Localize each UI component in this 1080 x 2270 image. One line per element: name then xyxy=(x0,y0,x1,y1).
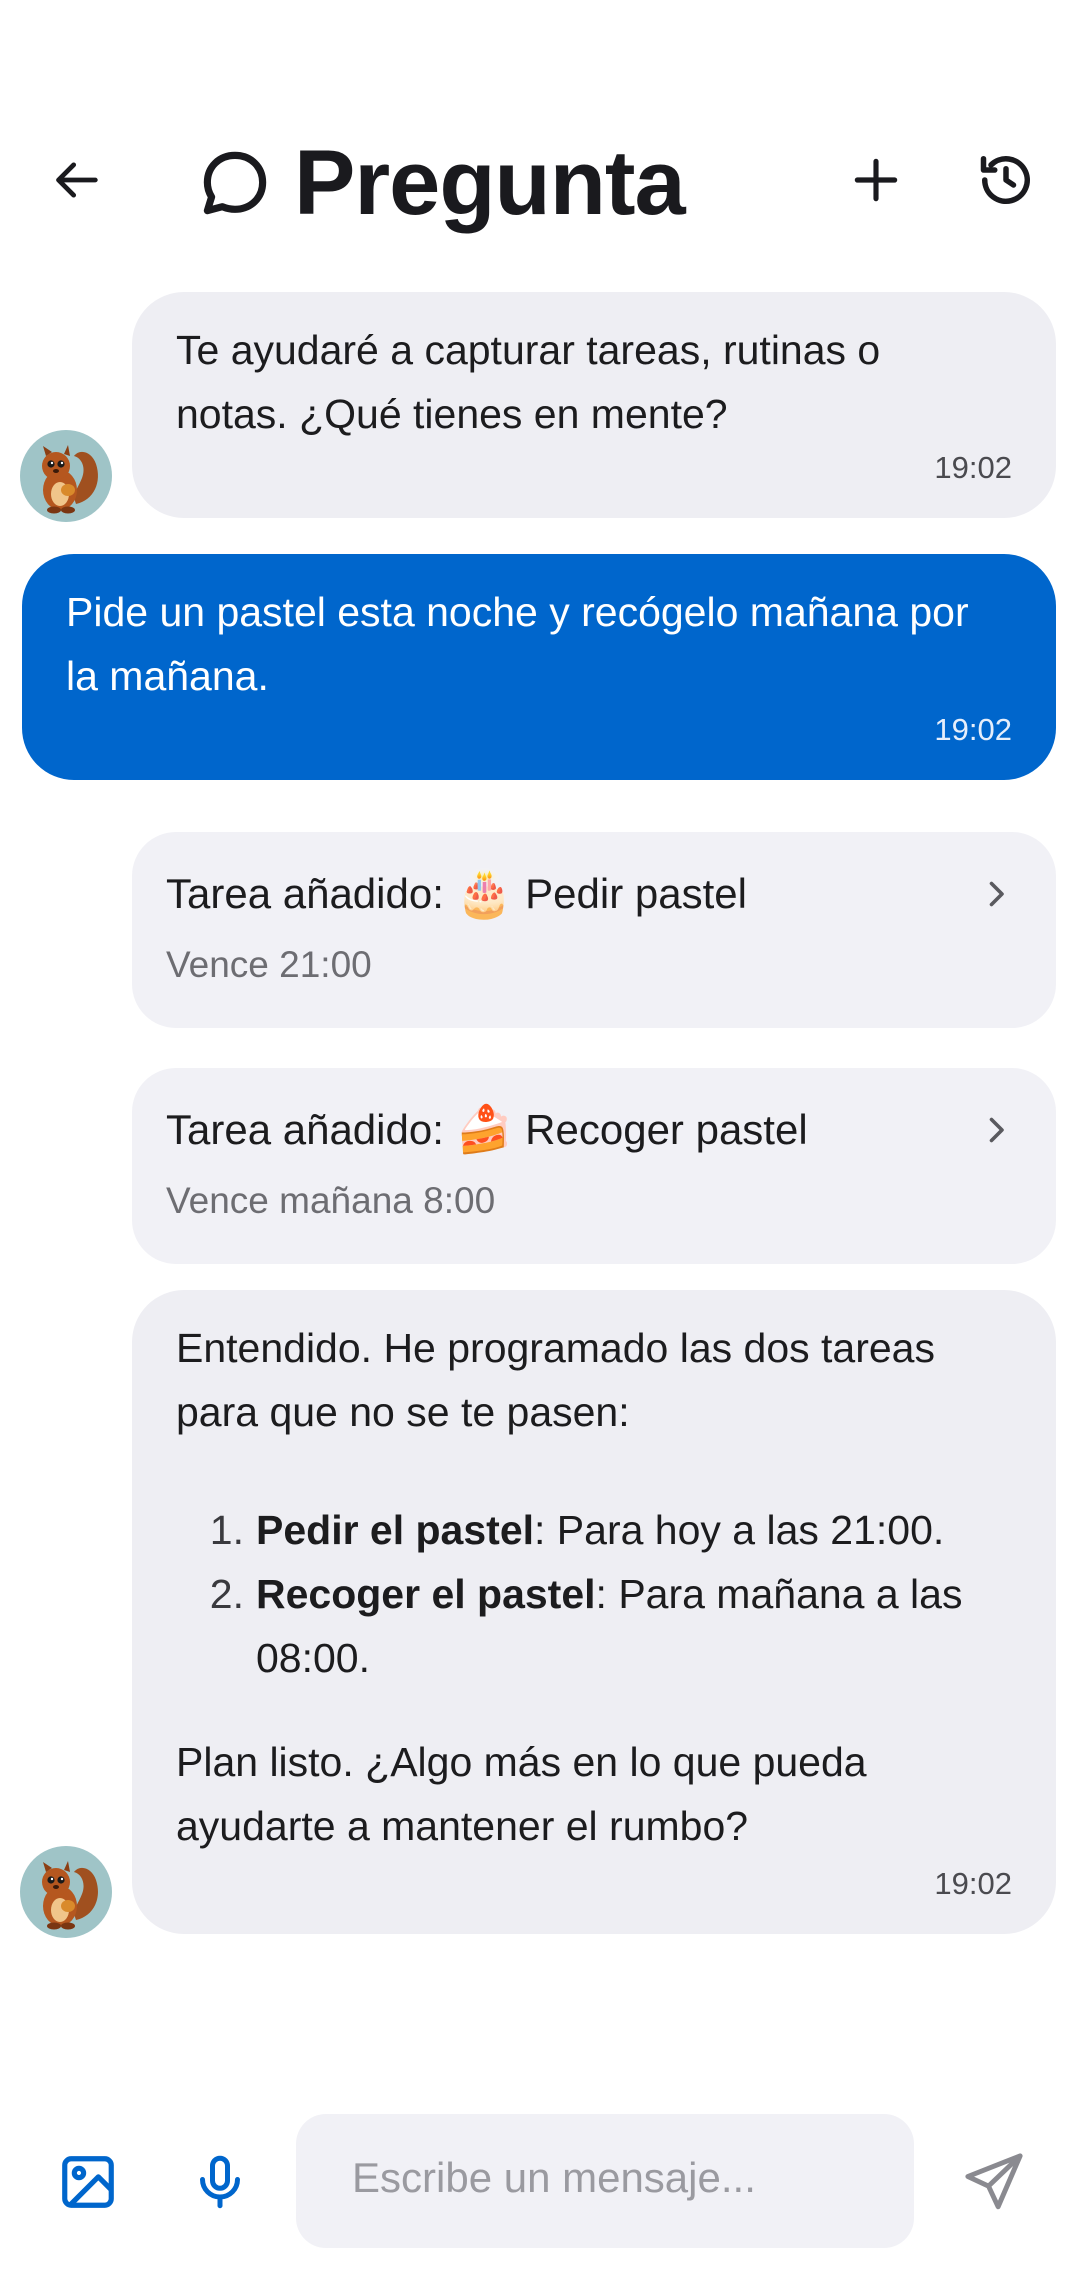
list-item-bold: Pedir el pastel xyxy=(256,1507,535,1553)
task-prefix: Tarea añadido: xyxy=(166,1105,444,1153)
task-name: Pedir pastel xyxy=(525,869,747,917)
list-item-text: : Para hoy a las 21:00. xyxy=(534,1507,945,1553)
history-icon xyxy=(980,156,1030,205)
list-number: 2. xyxy=(209,1571,244,1617)
list-item: 2. Recoger el pastel: Para mañana a las … xyxy=(176,1562,1026,1690)
task-title: Tarea añadido: 🎂 Pedir pastel xyxy=(166,866,747,921)
assistant-avatar xyxy=(20,1846,112,1938)
message-input[interactable]: Escribe un mensaje... xyxy=(296,2114,914,2248)
chat-bubble-icon xyxy=(203,151,267,215)
message-text: Te ayudaré a capturar tareas, rutinas o … xyxy=(176,327,881,437)
task-list: 1. Pedir el pastel: Para hoy a las 21:00… xyxy=(176,1498,1026,1690)
chevron-right-icon xyxy=(989,881,1004,907)
send-icon xyxy=(965,2153,1023,2210)
task-card[interactable]: Tarea añadido: 🍰 Recoger pastel Vence ma… xyxy=(132,1068,1056,1264)
send-button[interactable] xyxy=(952,2140,1036,2224)
message-time: 19:02 xyxy=(934,1866,1012,1901)
task-card[interactable]: Tarea añadido: 🎂 Pedir pastel Vence 21:0… xyxy=(132,832,1056,1028)
image-icon xyxy=(62,2156,114,2208)
task-emoji: 🎂 xyxy=(455,866,514,920)
user-message: Pide un pastel esta noche y recógelo mañ… xyxy=(22,554,1056,780)
attach-image-button[interactable] xyxy=(48,2142,128,2222)
assistant-message: Entendido. He programado las dos tareas … xyxy=(132,1290,1056,1934)
history-button[interactable] xyxy=(966,142,1046,218)
message-time: 19:02 xyxy=(934,450,1012,485)
task-due: Vence mañana 8:00 xyxy=(166,1180,496,1221)
list-item: 1. Pedir el pastel: Para hoy a las 21:00… xyxy=(176,1498,1026,1562)
message-outro: Plan listo. ¿Algo más en lo que pueda ay… xyxy=(176,1739,867,1849)
list-number: 1. xyxy=(209,1507,244,1553)
message-time: 19:02 xyxy=(934,712,1012,747)
voice-input-button[interactable] xyxy=(180,2142,260,2222)
new-chat-button[interactable] xyxy=(838,142,914,218)
plus-icon xyxy=(854,158,898,202)
microphone-icon xyxy=(200,2155,240,2209)
task-title: Tarea añadido: 🍰 Recoger pastel xyxy=(166,1102,808,1157)
back-button[interactable] xyxy=(40,142,116,218)
squirrel-icon xyxy=(42,1861,98,1930)
task-due: Vence 21:00 xyxy=(166,944,372,985)
squirrel-icon xyxy=(42,445,98,514)
assistant-message: Te ayudaré a capturar tareas, rutinas o … xyxy=(132,292,1056,518)
assistant-avatar xyxy=(20,430,112,522)
message-text: Pide un pastel esta noche y recógelo mañ… xyxy=(66,589,969,699)
page-title: Pregunta xyxy=(294,131,686,234)
task-emoji: 🍰 xyxy=(455,1102,514,1156)
task-name: Recoger pastel xyxy=(525,1105,808,1153)
list-item-bold: Recoger el pastel xyxy=(256,1571,596,1617)
message-intro: Entendido. He programado las dos tareas … xyxy=(176,1325,935,1435)
arrow-left-icon xyxy=(56,162,98,198)
message-input-placeholder: Escribe un mensaje... xyxy=(352,2154,756,2201)
task-prefix: Tarea añadido: xyxy=(166,869,444,917)
page-title-group: Pregunta xyxy=(196,128,686,238)
chevron-right-icon xyxy=(989,1117,1004,1143)
